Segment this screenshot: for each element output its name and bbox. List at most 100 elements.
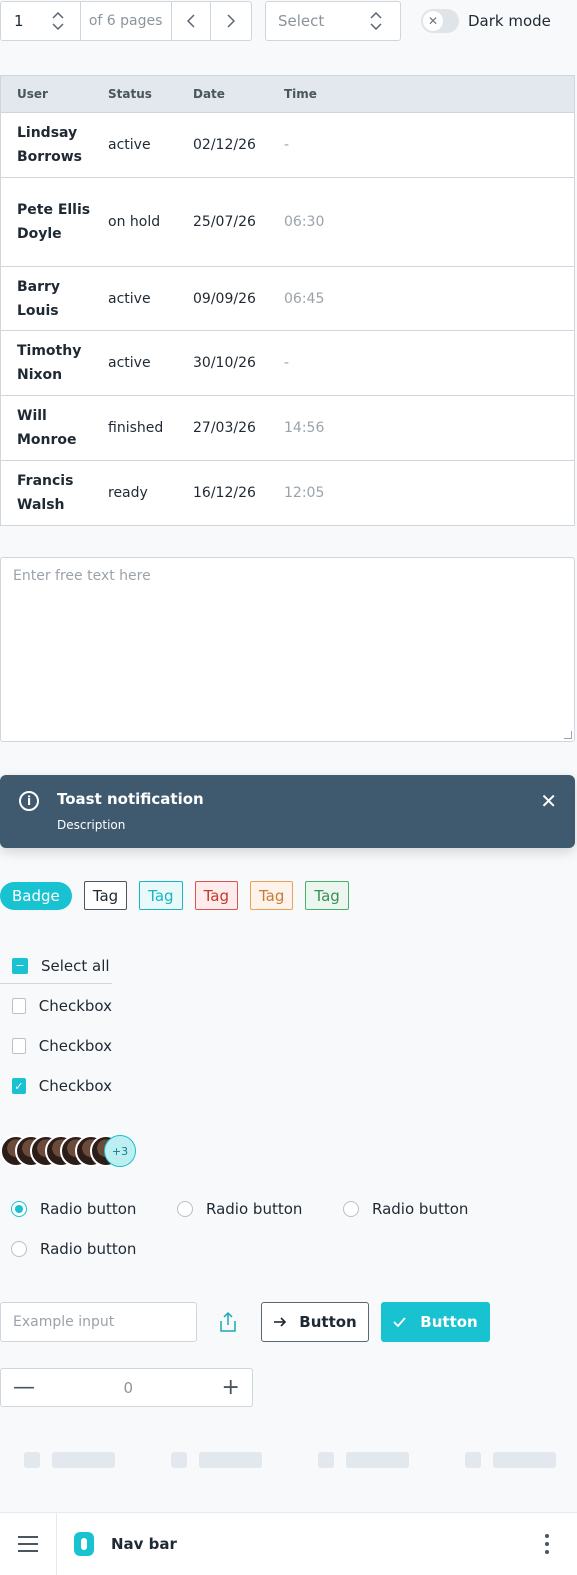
dark-mode-toggle[interactable]: ✕ xyxy=(421,9,459,33)
radio-dot xyxy=(11,1241,27,1257)
cell-status: finished xyxy=(108,420,164,436)
nav-title: Nav bar xyxy=(111,1535,177,1553)
cell-date: 09/09/26 xyxy=(193,290,256,307)
select-all-checkbox[interactable]: − Select all xyxy=(0,948,112,984)
table-row[interactable]: Timothy Nixon active 30/10/26 - xyxy=(1,331,574,396)
cell-user: Timothy Nixon xyxy=(17,343,82,383)
logo-icon[interactable] xyxy=(74,1532,94,1556)
radio-dot xyxy=(11,1201,27,1217)
skeleton-block xyxy=(318,1452,334,1468)
info-icon: i xyxy=(19,791,39,811)
table-row[interactable]: Francis Walsh ready 16/12/26 12:05 xyxy=(1,461,574,525)
cell-user: Pete Ellis Doyle xyxy=(17,202,91,242)
select-placeholder: Select xyxy=(278,12,325,30)
button-label: Button xyxy=(420,1313,478,1331)
cell-time: 06:45 xyxy=(284,290,325,307)
cell-time: - xyxy=(284,355,290,371)
dark-mode-toggle-group: ✕ Dark mode xyxy=(421,9,551,33)
table-row[interactable]: Will Monroe finished 27/03/26 14:56 xyxy=(1,396,574,461)
skeleton-block xyxy=(24,1452,40,1468)
skeleton-block xyxy=(199,1452,262,1468)
table-row[interactable]: Lindsay Borrows active 02/12/26 - xyxy=(1,113,574,178)
close-icon: ✕ xyxy=(423,11,443,31)
hamburger-menu-icon[interactable] xyxy=(0,1512,57,1575)
resize-handle-icon[interactable] xyxy=(564,731,572,739)
checkbox[interactable]: ✓ Checkbox xyxy=(0,1066,112,1106)
next-page-button[interactable] xyxy=(211,2,251,40)
radio-button[interactable]: Radio button xyxy=(177,1200,302,1218)
column-header-user[interactable]: User xyxy=(1,87,108,101)
cell-date: 16/12/26 xyxy=(193,485,256,501)
quantity-stepper: — 0 + xyxy=(0,1368,253,1407)
checkbox-label: Checkbox xyxy=(38,1077,112,1095)
indeterminate-icon: − xyxy=(12,957,28,974)
column-header-time[interactable]: Time xyxy=(284,87,574,101)
up-down-icon xyxy=(370,12,382,30)
minus-icon[interactable]: — xyxy=(13,1375,35,1400)
cell-time: 14:56 xyxy=(284,420,325,436)
checkbox[interactable]: Checkbox xyxy=(0,1026,112,1066)
toast-notification: i Toast notification Description ✕ xyxy=(0,775,575,848)
cell-status: active xyxy=(108,290,151,307)
cell-status: ready xyxy=(108,485,148,501)
free-text-area[interactable]: Enter free text here xyxy=(0,557,575,742)
users-table: User Status Date Time Lindsay Borrows ac… xyxy=(0,75,575,526)
checkbox[interactable]: Checkbox xyxy=(0,986,112,1026)
button-label: Button xyxy=(299,1313,357,1331)
avatar-group: +3 xyxy=(0,1135,140,1167)
toast-title: Toast notification xyxy=(57,790,204,808)
avatar-overflow-count[interactable]: +3 xyxy=(104,1135,136,1167)
radio-label: Radio button xyxy=(206,1200,303,1218)
previous-page-button[interactable] xyxy=(172,2,212,40)
tag-error: Tag xyxy=(194,881,238,910)
select-dropdown[interactable]: Select xyxy=(265,1,401,41)
cell-date: 27/03/26 xyxy=(193,420,256,436)
arrow-right-icon xyxy=(274,1317,287,1327)
cell-time: 12:05 xyxy=(284,485,325,501)
chevron-right-icon xyxy=(227,14,236,28)
checkbox-box xyxy=(12,1038,26,1054)
pagination: 1 of 6 pages xyxy=(0,1,252,41)
toast-description: Description xyxy=(57,818,126,832)
page-number: 1 xyxy=(14,12,24,30)
column-header-date[interactable]: Date xyxy=(193,87,284,101)
skeleton-block xyxy=(346,1452,409,1468)
checkmark-icon: ✓ xyxy=(12,1078,26,1094)
table-row[interactable]: Barry Louis active 09/09/26 06:45 xyxy=(1,267,574,331)
up-down-icon[interactable] xyxy=(52,12,64,30)
radio-button[interactable]: Radio button xyxy=(343,1200,468,1218)
radio-dot xyxy=(177,1201,193,1217)
tag-warning: Tag xyxy=(249,881,294,910)
share-icon[interactable] xyxy=(218,1311,238,1337)
checkbox-label: Select all xyxy=(41,956,110,975)
radio-button[interactable]: Radio button xyxy=(11,1240,136,1258)
cell-date: 02/12/26 xyxy=(193,137,256,153)
textarea-placeholder: Enter free text here xyxy=(13,568,151,584)
plus-icon[interactable]: + xyxy=(222,1375,240,1400)
checkmark-icon xyxy=(393,1317,406,1327)
radio-dot xyxy=(343,1201,359,1217)
badge: Badge xyxy=(0,881,72,910)
table-row[interactable]: Pete Ellis Doyle on hold 25/07/26 06:30 xyxy=(1,178,574,267)
tag-info: Tag xyxy=(139,881,183,910)
example-input[interactable]: Example input xyxy=(0,1302,197,1342)
radio-button[interactable]: Radio button xyxy=(11,1200,136,1218)
skeleton-block xyxy=(465,1452,481,1468)
arrow-button[interactable]: Button xyxy=(261,1302,369,1342)
more-vertical-icon[interactable] xyxy=(545,1534,549,1554)
radio-label: Radio button xyxy=(40,1200,137,1218)
cell-time: 06:30 xyxy=(284,214,325,230)
skeleton-block xyxy=(52,1452,115,1468)
checkbox-label: Checkbox xyxy=(38,997,112,1015)
page-number-stepper[interactable]: 1 xyxy=(1,2,81,40)
cell-user: Francis Walsh xyxy=(17,473,74,513)
cell-user: Lindsay Borrows xyxy=(17,125,82,165)
stepper-value[interactable]: 0 xyxy=(124,1379,134,1397)
column-header-status[interactable]: Status xyxy=(108,87,193,101)
radio-label: Radio button xyxy=(372,1200,469,1218)
skeleton-block xyxy=(171,1452,187,1468)
confirm-button[interactable]: Button xyxy=(381,1302,490,1342)
close-icon[interactable]: ✕ xyxy=(540,789,557,813)
cell-date: 25/07/26 xyxy=(193,214,256,230)
dark-mode-label: Dark mode xyxy=(468,12,551,30)
